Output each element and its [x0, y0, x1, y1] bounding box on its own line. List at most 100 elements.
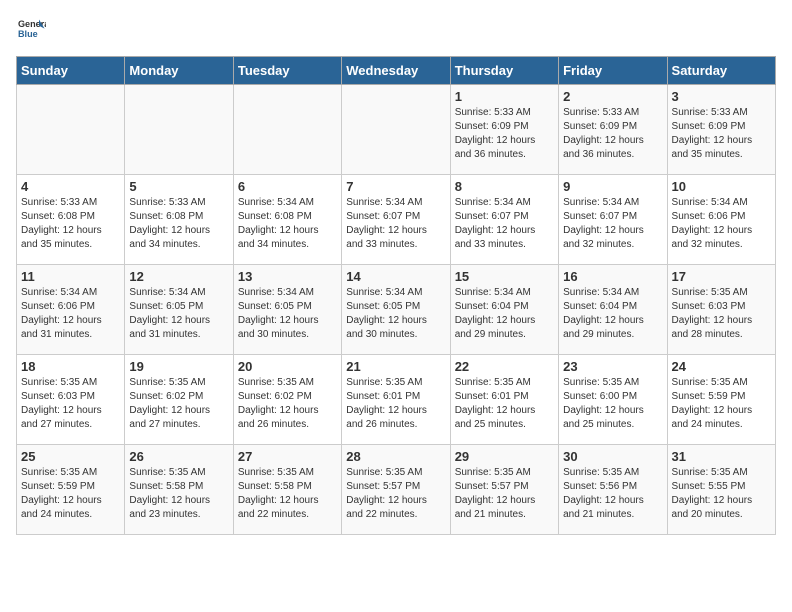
calendar-cell: 31 Sunrise: 5:35 AMSunset: 5:55 PMDayligh…: [667, 445, 775, 535]
calendar-cell: 7 Sunrise: 5:34 AMSunset: 6:07 PMDaylight…: [342, 175, 450, 265]
day-number: 25: [21, 449, 120, 464]
calendar-cell: 1 Sunrise: 5:33 AMSunset: 6:09 PMDaylight…: [450, 85, 558, 175]
calendar-cell: 28 Sunrise: 5:35 AMSunset: 5:57 PMDayligh…: [342, 445, 450, 535]
day-number: 31: [672, 449, 771, 464]
calendar-cell: 21Sunrise: 5:35 AMSunset: 6:01 PMDayligh…: [342, 355, 450, 445]
day-info: Sunrise: 5:33 AMSunset: 6:08 PMDaylight:…: [21, 196, 120, 252]
day-info: Sunrise: 5:33 AMSunset: 6:09 PMDaylight:…: [455, 106, 554, 162]
day-info: Sunrise: 5:33 AMSunset: 6:08 PMDaylight:…: [129, 196, 228, 252]
calendar-cell: [17, 85, 125, 175]
day-number: 6: [238, 179, 337, 194]
day-number: 8: [455, 179, 554, 194]
calendar-cell: 9 Sunrise: 5:34 AMSunset: 6:07 PMDaylight…: [559, 175, 667, 265]
calendar-cell: 18 Sunrise: 5:35 AMSunset: 6:03 PMDayligh…: [17, 355, 125, 445]
day-number: 29: [455, 449, 554, 464]
day-info: Sunrise: 5:34 AMSunset: 6:08 PMDaylight:…: [238, 196, 337, 252]
day-number: 26: [129, 449, 228, 464]
day-number: 24: [672, 359, 771, 374]
day-info: Sunrise: 5:34 AMSunset: 6:05 PMDaylight:…: [346, 286, 445, 342]
calendar-cell: 16Sunrise: 5:34 AMSunset: 6:04 PMDayligh…: [559, 265, 667, 355]
day-number: 2: [563, 89, 662, 104]
calendar-week-row: 4 Sunrise: 5:33 AMSunset: 6:08 PMDaylight…: [17, 175, 776, 265]
calendar-week-row: 18 Sunrise: 5:35 AMSunset: 6:03 PMDayligh…: [17, 355, 776, 445]
calendar-cell: 15 Sunrise: 5:34 AMSunset: 6:04 PMDayligh…: [450, 265, 558, 355]
day-info: Sunrise: 5:35 AMSunset: 5:59 PMDaylight:…: [672, 376, 771, 432]
day-info: Sunrise: 5:34 AMSunset: 6:07 PMDaylight:…: [455, 196, 554, 252]
day-info: Sunrise: 5:34 AMSunset: 6:06 PMDaylight:…: [672, 196, 771, 252]
calendar-cell: 30Sunrise: 5:35 AMSunset: 5:56 PMDayligh…: [559, 445, 667, 535]
day-number: 15: [455, 269, 554, 284]
calendar-cell: 14 Sunrise: 5:34 AMSunset: 6:05 PMDayligh…: [342, 265, 450, 355]
column-header-tuesday: Tuesday: [233, 57, 341, 85]
column-header-saturday: Saturday: [667, 57, 775, 85]
day-number: 22: [455, 359, 554, 374]
column-header-thursday: Thursday: [450, 57, 558, 85]
calendar-cell: 19 Sunrise: 5:35 AMSunset: 6:02 PMDayligh…: [125, 355, 233, 445]
day-number: 17: [672, 269, 771, 284]
day-info: Sunrise: 5:34 AMSunset: 6:06 PMDaylight:…: [21, 286, 120, 342]
calendar-cell: [233, 85, 341, 175]
column-header-sunday: Sunday: [17, 57, 125, 85]
calendar-cell: 24 Sunrise: 5:35 AMSunset: 5:59 PMDayligh…: [667, 355, 775, 445]
day-number: 11: [21, 269, 120, 284]
svg-text:Blue: Blue: [18, 29, 38, 39]
day-number: 13: [238, 269, 337, 284]
calendar-cell: 12Sunrise: 5:34 AMSunset: 6:05 PMDayligh…: [125, 265, 233, 355]
calendar-cell: 4 Sunrise: 5:33 AMSunset: 6:08 PMDaylight…: [17, 175, 125, 265]
day-info: Sunrise: 5:35 AMSunset: 6:03 PMDaylight:…: [672, 286, 771, 342]
day-info: Sunrise: 5:35 AMSunset: 6:01 PMDaylight:…: [455, 376, 554, 432]
calendar-cell: 13Sunrise: 5:34 AMSunset: 6:05 PMDayligh…: [233, 265, 341, 355]
calendar-cell: 6 Sunrise: 5:34 AMSunset: 6:08 PMDaylight…: [233, 175, 341, 265]
day-info: Sunrise: 5:33 AMSunset: 6:09 PMDaylight:…: [672, 106, 771, 162]
day-number: 5: [129, 179, 228, 194]
calendar-cell: 10 Sunrise: 5:34 AMSunset: 6:06 PMDayligh…: [667, 175, 775, 265]
calendar-cell: 20 Sunrise: 5:35 AMSunset: 6:02 PMDayligh…: [233, 355, 341, 445]
day-number: 1: [455, 89, 554, 104]
calendar-cell: 29 Sunrise: 5:35 AMSunset: 5:57 PMDayligh…: [450, 445, 558, 535]
column-header-friday: Friday: [559, 57, 667, 85]
day-info: Sunrise: 5:34 AMSunset: 6:05 PMDaylight:…: [129, 286, 228, 342]
day-info: Sunrise: 5:35 AMSunset: 5:59 PMDaylight:…: [21, 466, 120, 522]
calendar-cell: 27 Sunrise: 5:35 AMSunset: 5:58 PMDayligh…: [233, 445, 341, 535]
logo: General Blue: [16, 16, 46, 44]
calendar-cell: [342, 85, 450, 175]
calendar-cell: 25 Sunrise: 5:35 AMSunset: 5:59 PMDayligh…: [17, 445, 125, 535]
calendar-cell: 8 Sunrise: 5:34 AMSunset: 6:07 PMDaylight…: [450, 175, 558, 265]
day-number: 9: [563, 179, 662, 194]
day-number: 18: [21, 359, 120, 374]
day-number: 14: [346, 269, 445, 284]
day-info: Sunrise: 5:34 AMSunset: 6:07 PMDaylight:…: [563, 196, 662, 252]
day-number: 28: [346, 449, 445, 464]
day-number: 23: [563, 359, 662, 374]
calendar-cell: 22 Sunrise: 5:35 AMSunset: 6:01 PMDayligh…: [450, 355, 558, 445]
day-number: 4: [21, 179, 120, 194]
day-info: Sunrise: 5:34 AMSunset: 6:04 PMDaylight:…: [563, 286, 662, 342]
calendar-cell: 5 Sunrise: 5:33 AMSunset: 6:08 PMDaylight…: [125, 175, 233, 265]
day-info: Sunrise: 5:35 AMSunset: 5:58 PMDaylight:…: [238, 466, 337, 522]
page-header: General Blue: [16, 16, 776, 44]
day-number: 19: [129, 359, 228, 374]
calendar-header-row: SundayMondayTuesdayWednesdayThursdayFrid…: [17, 57, 776, 85]
day-number: 7: [346, 179, 445, 194]
day-number: 21: [346, 359, 445, 374]
day-number: 20: [238, 359, 337, 374]
day-number: 10: [672, 179, 771, 194]
calendar-cell: 23Sunrise: 5:35 AMSunset: 6:00 PMDayligh…: [559, 355, 667, 445]
day-info: Sunrise: 5:35 AMSunset: 5:57 PMDaylight:…: [346, 466, 445, 522]
calendar-week-row: 25 Sunrise: 5:35 AMSunset: 5:59 PMDayligh…: [17, 445, 776, 535]
day-info: Sunrise: 5:35 AMSunset: 5:57 PMDaylight:…: [455, 466, 554, 522]
column-header-wednesday: Wednesday: [342, 57, 450, 85]
day-info: Sunrise: 5:35 AMSunset: 6:02 PMDaylight:…: [129, 376, 228, 432]
day-info: Sunrise: 5:34 AMSunset: 6:04 PMDaylight:…: [455, 286, 554, 342]
day-number: 27: [238, 449, 337, 464]
day-info: Sunrise: 5:33 AMSunset: 6:09 PMDaylight:…: [563, 106, 662, 162]
column-header-monday: Monday: [125, 57, 233, 85]
day-info: Sunrise: 5:35 AMSunset: 5:55 PMDaylight:…: [672, 466, 771, 522]
calendar-cell: 26Sunrise: 5:35 AMSunset: 5:58 PMDayligh…: [125, 445, 233, 535]
day-info: Sunrise: 5:34 AMSunset: 6:07 PMDaylight:…: [346, 196, 445, 252]
calendar-week-row: 1 Sunrise: 5:33 AMSunset: 6:09 PMDaylight…: [17, 85, 776, 175]
day-number: 30: [563, 449, 662, 464]
day-info: Sunrise: 5:35 AMSunset: 6:02 PMDaylight:…: [238, 376, 337, 432]
calendar-cell: 11 Sunrise: 5:34 AMSunset: 6:06 PMDayligh…: [17, 265, 125, 355]
day-info: Sunrise: 5:35 AMSunset: 6:03 PMDaylight:…: [21, 376, 120, 432]
